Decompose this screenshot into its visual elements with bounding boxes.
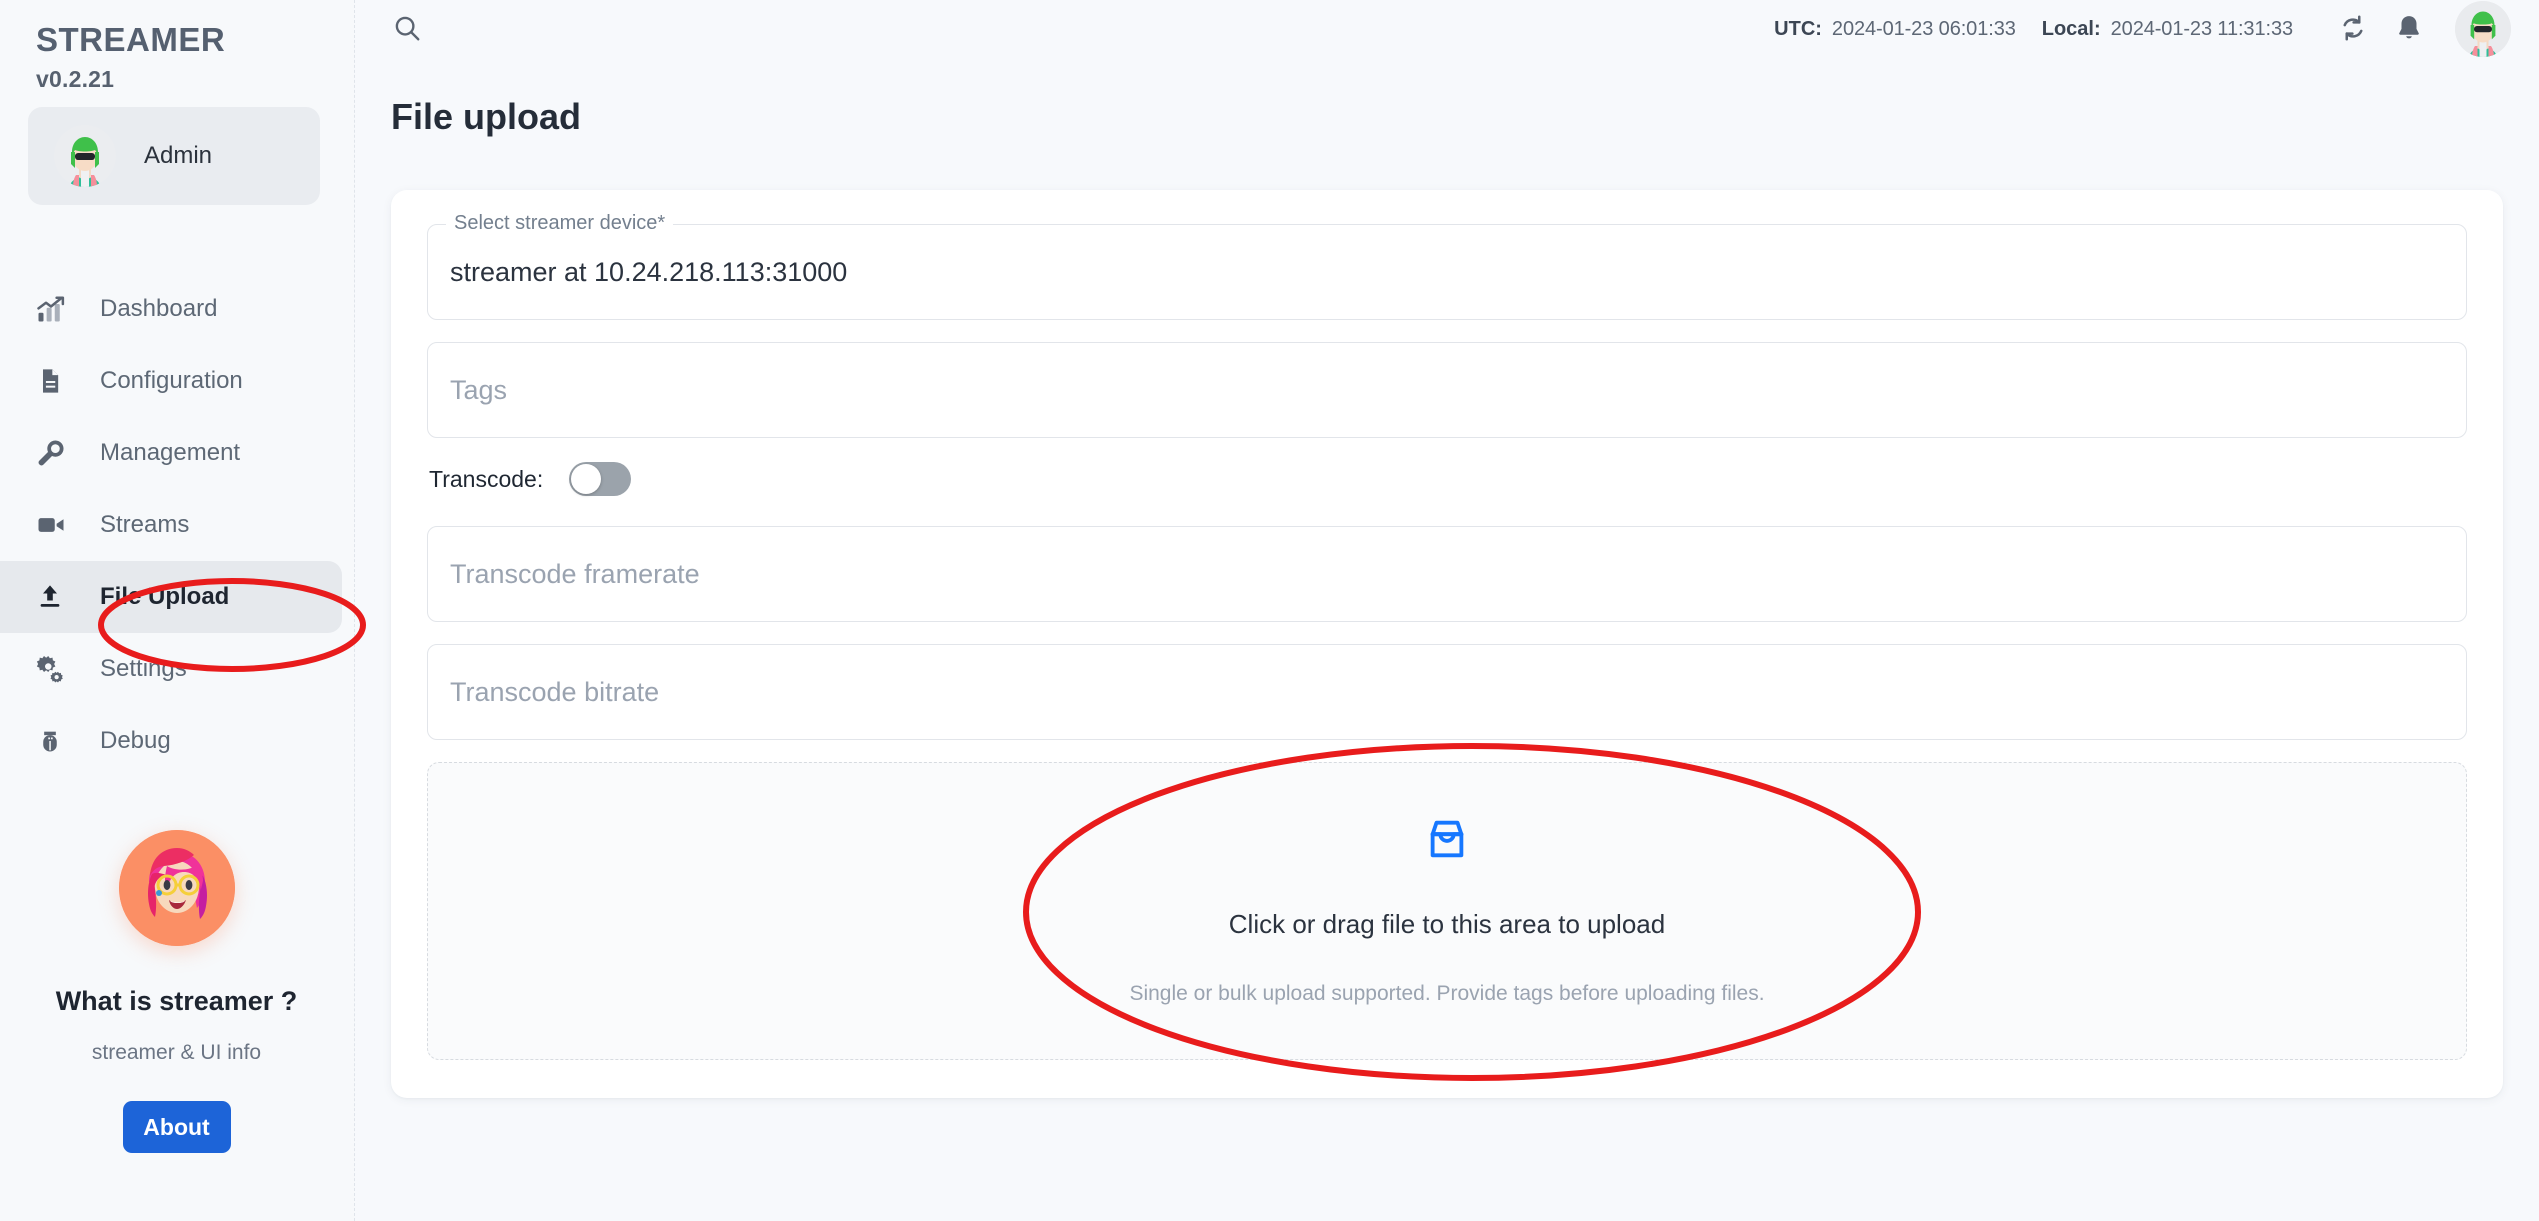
- avatar: [54, 125, 116, 188]
- app-root: STREAMER v0.2.21 Admin Dashboard Configu…: [0, 0, 2539, 1221]
- topbar: UTC: 2024-01-23 06:01:33 Local: 2024-01-…: [355, 0, 2539, 58]
- dropzone-hint: Single or bulk upload supported. Provide…: [1129, 982, 1765, 1005]
- transcode-bitrate-placeholder: Transcode bitrate: [450, 676, 660, 707]
- promo-block: What is streamer ? streamer & UI info Ab…: [0, 830, 353, 1153]
- refresh-sync-icon: [2338, 13, 2368, 46]
- toggle-knob: [571, 464, 602, 494]
- transcode-label: Transcode:: [429, 465, 544, 492]
- local-value: 2024-01-23 11:31:33: [2110, 17, 2293, 40]
- utc-value: 2024-01-23 06:01:33: [1831, 17, 2016, 40]
- streamer-device-value: streamer at 10.24.218.113:31000: [450, 256, 848, 287]
- wrench-icon: [36, 438, 78, 468]
- sidebar-item-configuration[interactable]: Configuration: [0, 345, 354, 417]
- utc-label: UTC:: [1774, 17, 1822, 40]
- dropzone-title: Click or drag file to this area to uploa…: [1228, 909, 1666, 939]
- sidebar-item-label: Streams: [100, 511, 190, 539]
- promo-title: What is streamer ?: [55, 986, 298, 1016]
- sidebar-item-dashboard[interactable]: Dashboard: [0, 273, 354, 345]
- promo-subtitle: streamer & UI info: [91, 1041, 262, 1064]
- document-icon: [36, 367, 78, 395]
- transcode-framerate-placeholder: Transcode framerate: [450, 558, 700, 589]
- notification-bell-icon: [2394, 13, 2424, 46]
- sidebar-item-streams[interactable]: Streams: [0, 489, 354, 561]
- transcode-framerate-field[interactable]: Transcode framerate: [427, 526, 2467, 622]
- sidebar: STREAMER v0.2.21 Admin Dashboard Configu…: [0, 0, 355, 1221]
- sidebar-item-file-upload[interactable]: File Upload: [0, 561, 342, 634]
- inbox-icon: [1424, 816, 1470, 867]
- refresh-button[interactable]: [2331, 7, 2375, 51]
- local-label: Local:: [2041, 17, 2101, 40]
- upload-dropzone[interactable]: Click or drag file to this area to uploa…: [427, 762, 2467, 1060]
- gears-icon: [36, 654, 78, 684]
- utc-clock: UTC: 2024-01-23 06:01:33 Local: 2024-01-…: [1774, 18, 2319, 41]
- sidebar-item-label: Management: [100, 439, 241, 467]
- sidebar-item-label: File Upload: [100, 583, 230, 611]
- notifications-button[interactable]: [2387, 7, 2431, 51]
- page-title: File upload: [391, 96, 582, 137]
- brand-title: STREAMER: [36, 21, 226, 58]
- video-camera-icon: [36, 510, 78, 540]
- sidebar-item-management[interactable]: Management: [0, 417, 354, 489]
- about-button[interactable]: About: [122, 1101, 231, 1153]
- upload-icon: [36, 583, 78, 611]
- user-card[interactable]: Admin: [28, 107, 320, 206]
- tags-field[interactable]: Tags: [427, 342, 2467, 438]
- bug-icon: [36, 727, 78, 755]
- sidebar-item-label: Debug: [100, 727, 171, 755]
- brand-block: STREAMER v0.2.21: [0, 0, 354, 93]
- transcode-toggle[interactable]: [569, 462, 632, 496]
- promo-avatar-icon: [118, 830, 235, 946]
- search-icon: [392, 13, 422, 46]
- user-name: Admin: [144, 142, 213, 170]
- streamer-device-legend: Select streamer device*: [446, 212, 674, 235]
- chart-bar-icon: [36, 294, 78, 324]
- transcode-row: Transcode:: [429, 462, 2467, 496]
- main-content: UTC: 2024-01-23 06:01:33 Local: 2024-01-…: [355, 0, 2539, 1221]
- sidebar-item-label: Configuration: [100, 367, 243, 395]
- sidebar-item-debug[interactable]: Debug: [0, 705, 354, 777]
- streamer-device-select[interactable]: Select streamer device* streamer at 10.2…: [427, 212, 2467, 320]
- file-upload-card: Select streamer device* streamer at 10.2…: [391, 190, 2503, 1098]
- sidebar-item-label: Dashboard: [100, 295, 218, 323]
- brand-version: v0.2.21: [36, 66, 115, 93]
- search-button[interactable]: [387, 9, 427, 49]
- topbar-right: UTC: 2024-01-23 06:01:33 Local: 2024-01-…: [1774, 1, 2511, 57]
- sidebar-item-settings[interactable]: Settings: [0, 633, 354, 705]
- sidebar-nav: Dashboard Configuration Management Strea…: [0, 273, 354, 777]
- avatar[interactable]: [2455, 1, 2511, 57]
- tags-placeholder: Tags: [450, 374, 508, 405]
- transcode-bitrate-field[interactable]: Transcode bitrate: [427, 644, 2467, 740]
- sidebar-item-label: Settings: [100, 655, 187, 683]
